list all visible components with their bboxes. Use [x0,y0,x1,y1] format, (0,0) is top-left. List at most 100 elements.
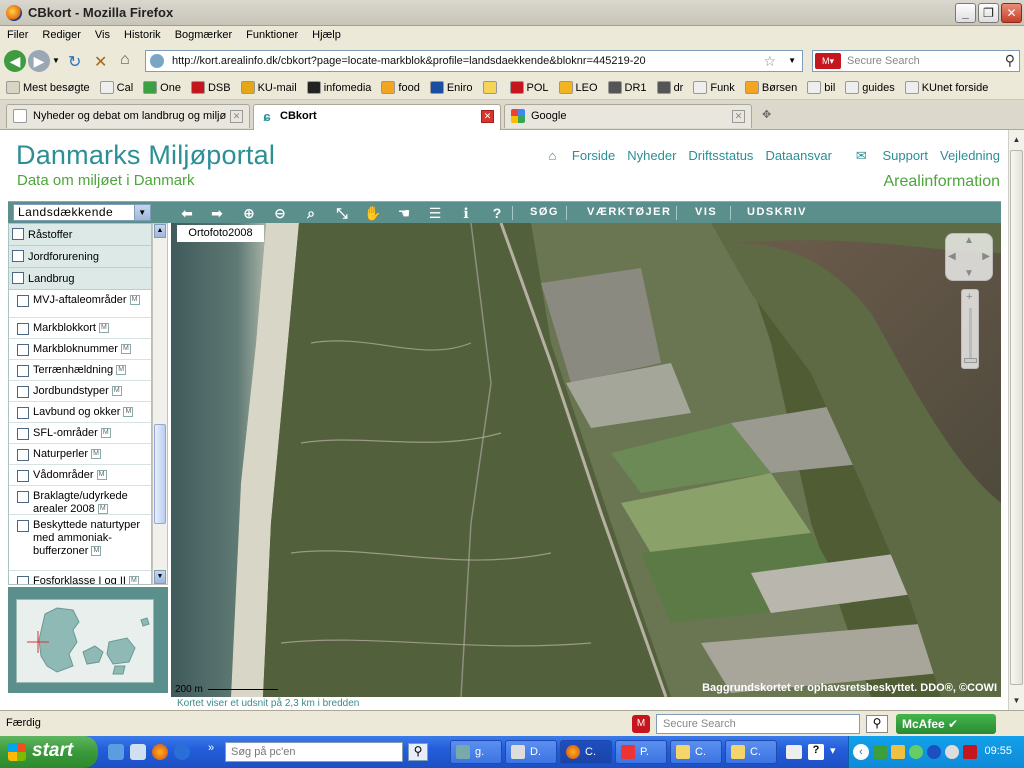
taskbar-item-4[interactable]: P. [615,740,667,764]
metadata-icon[interactable]: M [116,365,127,376]
search-icon[interactable]: ⚲ [1005,52,1015,69]
layer-item[interactable]: Beskyttede naturtyper med ammoniak-buffe… [9,515,151,571]
tray-collapse-icon[interactable]: ‹ [853,744,869,760]
close-button[interactable]: ✕ [1001,3,1022,23]
history-dropdown-icon[interactable]: ▼ [52,56,60,65]
new-tab-icon[interactable]: ✥ [762,108,771,121]
tray-network-icon[interactable] [873,745,887,759]
view-menu-button[interactable]: VIS [695,206,717,218]
bookmark-item[interactable]: DR1 [602,76,651,94]
bookmark-item[interactable]: Børsen [739,76,801,94]
pan-right-arrow-icon[interactable]: ➡ [206,204,228,222]
scroll-up-icon[interactable]: ▲ [1010,132,1023,147]
info-click-icon[interactable]: ☚ [393,204,415,222]
metadata-icon[interactable]: M [100,428,111,439]
bookmark-item[interactable]: KU-mail [235,76,301,94]
tray-warning-icon[interactable] [891,745,905,759]
mcafee-search-icon[interactable]: M▾ [815,53,841,69]
zoom-out-icon[interactable]: ⊖ [269,204,291,222]
layer-item[interactable]: Vådområder M [9,465,151,486]
layer-checkbox[interactable] [17,470,29,482]
bookmark-item[interactable] [477,76,504,94]
bookmark-item[interactable]: Cal [94,76,138,94]
metadata-icon[interactable]: M [96,470,107,481]
restore-button[interactable]: ❐ [978,3,999,23]
metadata-icon[interactable]: M [98,323,109,334]
metadata-icon[interactable]: M [123,407,134,418]
layer-item[interactable]: SFL-områder M [9,423,151,444]
keyboard-icon[interactable] [786,745,802,759]
taskbar-item-1[interactable]: g. [450,740,502,764]
url-dropdown-icon[interactable]: ▼ [788,56,796,65]
quicklaunch-firefox-icon[interactable] [152,744,168,760]
layer-item[interactable]: Markblokkort M [9,318,151,339]
layer-group-checkbox[interactable] [12,272,24,284]
quicklaunch-ie-icon[interactable] [108,744,124,760]
search-bar[interactable]: M▾ Secure Search ⚲ [812,50,1020,72]
nav-link-driftsstatus[interactable]: Driftsstatus [688,148,753,163]
menu-rediger[interactable]: Rediger [35,26,88,44]
zoom-box-icon[interactable]: ⌕ [300,204,322,222]
minimize-button[interactable]: _ [955,3,976,23]
metadata-icon[interactable]: M [128,576,139,584]
layer-group[interactable]: Råstoffer [9,224,151,246]
bookmark-item[interactable]: DSB [185,76,235,94]
layers-scrollbar[interactable]: ▲ ▼ [152,223,168,585]
pan-left-arrow-icon[interactable]: ⬅ [176,204,198,222]
layer-group-checkbox[interactable] [12,228,24,240]
menu-bogmaerker[interactable]: Bogmærker [168,26,239,44]
menu-historik[interactable]: Historik [117,26,168,44]
profile-select[interactable]: Landsdækkende ▼ [13,204,151,221]
mcafee-search-input[interactable]: Secure Search [656,714,860,734]
chevron-down-icon[interactable]: ▼ [134,205,150,220]
layer-checkbox[interactable] [17,323,29,335]
map-pan-control[interactable]: ▲ ◀ ▶ ▼ [945,233,993,281]
pan-left-icon[interactable]: ◀ [948,251,956,262]
tools-menu-button[interactable]: VÆRKTØJER [587,206,671,218]
metadata-icon[interactable]: M [91,449,102,460]
scroll-down-icon[interactable]: ▼ [1010,693,1023,708]
map-view[interactable]: Ortofoto2008 ▲ ◀ ▶ ▼ + 200 m Baggrundsko… [171,223,1001,697]
back-button[interactable]: ◀ [4,50,26,72]
url-bar[interactable]: http://kort.arealinfo.dk/cbkort?page=loc… [145,50,803,72]
tab-close-icon[interactable]: ✕ [481,110,494,123]
scroll-down-icon[interactable]: ▼ [154,570,166,584]
bookmark-item[interactable]: Eniro [424,76,477,94]
forward-button[interactable]: ▶ [28,50,50,72]
layer-checkbox[interactable] [17,344,29,356]
metadata-icon[interactable]: M [97,504,108,515]
layer-checkbox[interactable] [17,576,29,584]
layer-item[interactable]: Terrænhældning M [9,360,151,381]
bookmark-item[interactable]: guides [839,76,898,94]
print-menu-button[interactable]: UDSKRIV [747,206,807,218]
zoom-handle[interactable] [964,358,977,363]
pan-hand-icon[interactable]: ✋ [362,204,384,222]
stop-icon[interactable]: ✕ [94,52,107,72]
nav-link-vejledning[interactable]: Vejledning [940,148,1000,163]
nav-link-nyheder[interactable]: Nyheder [627,148,676,163]
menu-hjaelp[interactable]: Hjælp [305,26,348,44]
layer-group[interactable]: Jordforurening [9,246,151,268]
layer-item[interactable]: Braklagte/udyrkede arealer 2008 M [9,486,151,515]
layer-checkbox[interactable] [17,295,29,307]
taskbar-item-2[interactable]: D. [505,740,557,764]
metadata-icon[interactable]: M [111,386,122,397]
metadata-icon[interactable]: M [120,344,131,355]
scroll-thumb[interactable] [154,424,166,524]
site-logo-title[interactable]: Danmarks Miljøportal [16,140,275,171]
layer-group[interactable]: Landbrug [9,268,151,290]
layer-checkbox[interactable] [17,407,29,419]
tab-google[interactable]: Google ✕ [504,104,752,128]
search-icon[interactable]: ⚲ [866,715,888,733]
pan-right-icon[interactable]: ▶ [982,251,990,262]
page-scrollbar[interactable]: ▲ ▼ [1008,130,1024,710]
home-link[interactable]: ⌂ Forside [536,148,615,163]
reload-icon[interactable]: ↻ [68,52,81,72]
metadata-icon[interactable]: M [91,546,102,557]
menu-filer[interactable]: Filer [0,26,35,44]
tab-close-icon[interactable]: ✕ [732,110,745,123]
nav-link-dataansvar[interactable]: Dataansvar [765,148,831,163]
taskbar-item-firefox[interactable]: C. [560,740,612,764]
layer-checkbox[interactable] [17,491,29,503]
home-icon[interactable]: ⌂ [120,51,130,69]
